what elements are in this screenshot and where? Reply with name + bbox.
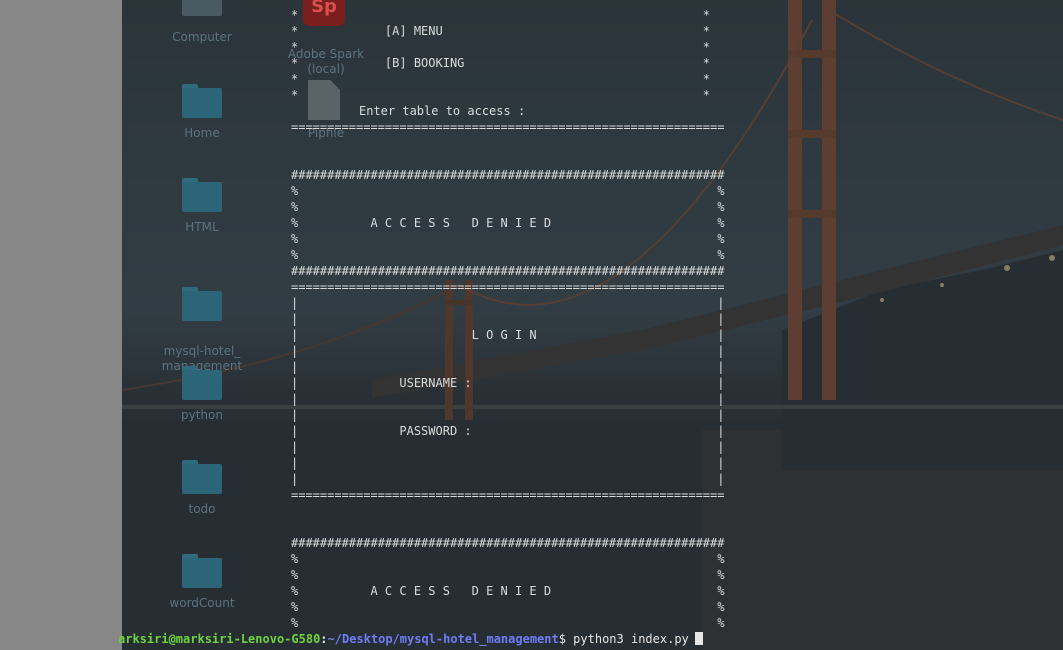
folder-icon — [182, 84, 222, 118]
separator-line: ========================================… — [291, 120, 725, 134]
access-denied-box: % % % % % A C C E S S D E N I E D % % % … — [291, 184, 725, 262]
separator-line: ========================================… — [291, 488, 725, 502]
separator-line: ========================================… — [291, 280, 725, 294]
prompt-user-host: arksiri@marksiri-Lenovo-G580 — [118, 632, 321, 646]
separator-hash-line: ########################################… — [291, 536, 725, 550]
folder-icon — [182, 178, 222, 212]
prompt-colon: : — [320, 632, 328, 646]
login-box: | | | | | L O G I N | | | | | | USERNAME… — [291, 296, 725, 486]
desktop-icon-label: wordCount — [169, 596, 235, 610]
desktop-icon-label: HTML — [185, 220, 219, 234]
desktop-icon-html[interactable]: HTML — [157, 178, 247, 235]
desktop-icon-home[interactable]: Home — [157, 84, 247, 141]
desktop-icon-label: python — [181, 408, 223, 422]
desktop-icon-wordcount[interactable]: wordCount — [157, 554, 247, 611]
desktop-icon-label: Computer — [172, 30, 232, 44]
computer-icon — [182, 0, 222, 22]
desktop-icon-label: Home — [184, 126, 220, 140]
text-cursor — [694, 632, 703, 645]
desktop-icon-python[interactable]: python — [157, 366, 247, 423]
prompt-path: ~/Desktop/mysql-hotel_management — [327, 632, 559, 646]
desktop-screen: Computer Home HTML mysql-hotel_ manageme… — [0, 0, 1063, 650]
folder-icon — [182, 460, 222, 494]
folder-icon — [182, 287, 222, 321]
prompt-dollar: $ — [558, 632, 566, 646]
access-denied-box: % % % % % A C C E S S D E N I E D % % % … — [291, 552, 725, 630]
menu-block: * * * [A] MENU * * * * [B] BOOKING * * *… — [291, 8, 711, 102]
desktop-icon-todo[interactable]: todo — [157, 460, 247, 517]
shell-prompt[interactable]: arksiri@marksiri-Lenovo-G580:~/Desktop/m… — [118, 631, 703, 647]
separator-hash-line: ########################################… — [291, 264, 725, 278]
folder-icon — [182, 554, 222, 588]
separator-hash-line: ########################################… — [291, 168, 725, 182]
left-panel — [0, 0, 122, 650]
desktop-icon-computer[interactable]: Computer — [157, 0, 247, 45]
desktop-icon-label: todo — [188, 502, 216, 516]
prompt-command: python3 index.py — [565, 632, 689, 646]
folder-icon — [182, 366, 222, 400]
enter-table-prompt: Enter table to access : — [359, 104, 526, 118]
